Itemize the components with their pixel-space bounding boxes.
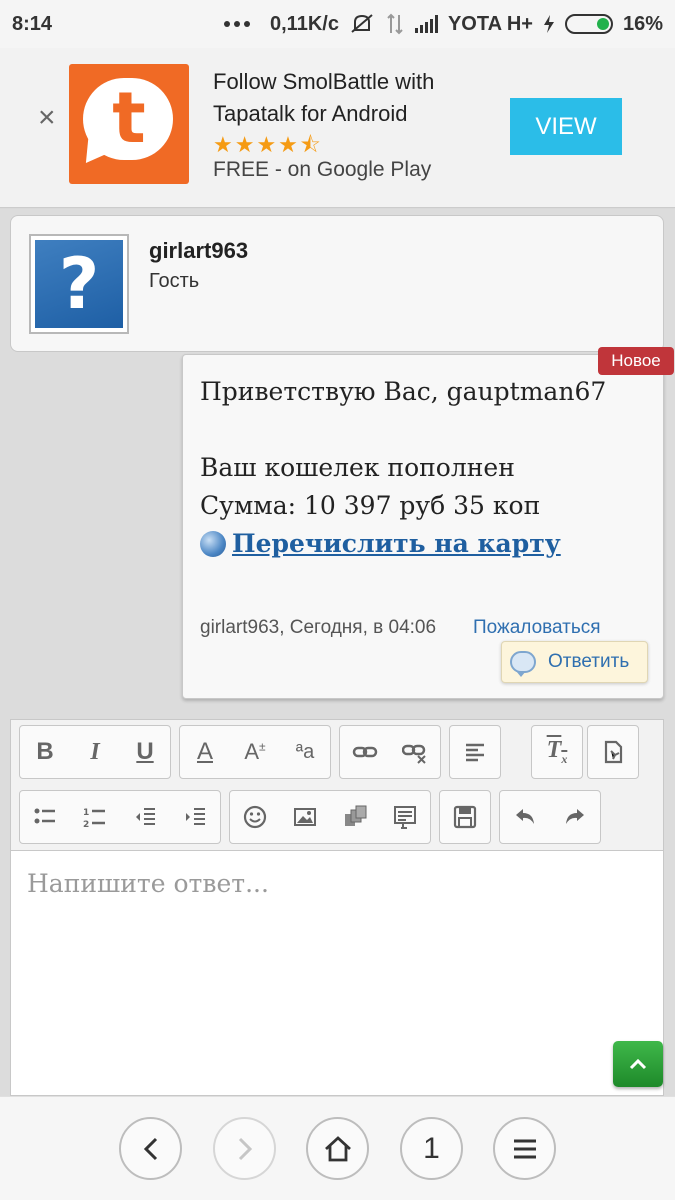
switch-mode-icon[interactable] [588,726,638,778]
user-card: ? girlart963 Гость [10,215,664,352]
underline-button[interactable]: U [120,726,170,778]
quote-block-icon[interactable] [380,791,430,843]
post-line: Ваш кошелек пополнен [200,453,515,482]
font-size-button[interactable]: A± [230,726,280,778]
clear-format-group: Tx [531,725,583,779]
save-draft-icon[interactable] [440,791,490,843]
svg-text:1: 1 [83,808,89,818]
data-transfer-icon [387,13,403,35]
media-icon[interactable] [330,791,380,843]
close-icon[interactable]: × [38,103,56,133]
unlink-icon[interactable] [390,726,440,778]
toolbar-row-1: B I U A A± ªa Tx [19,725,639,779]
font-group: A A± ªa [179,725,331,779]
mute-icon [351,14,373,33]
avatar[interactable]: ? [29,234,129,334]
post-body: Приветствую Вас, gauptman67 Ваш кошелек … [200,373,650,568]
bold-button[interactable]: B [20,726,70,778]
italic-button[interactable]: I [70,726,120,778]
font-color-button[interactable]: A [180,726,230,778]
align-left-icon[interactable] [450,726,500,778]
chevron-left-icon [143,1137,157,1160]
speech-bubble-icon [510,651,536,677]
home-icon [324,1135,351,1161]
link-icon[interactable] [340,726,390,778]
source-group [587,725,639,779]
insert-group [229,790,431,844]
post-line [200,411,650,449]
carrier-label: YOTA H+ [447,12,533,35]
svg-text:2: 2 [83,820,89,830]
remove-format-icon[interactable]: Tx [532,726,582,778]
reply-placeholder: Напишите ответ... [27,869,269,898]
username[interactable]: girlart963 [149,238,248,264]
battery-icon [564,14,613,34]
new-badge: Новое [598,347,674,375]
report-link[interactable]: Пожаловаться [473,617,601,639]
menu-button[interactable] [493,1117,556,1180]
post-message: Приветствую Вас, gauptman67 Ваш кошелек … [182,354,664,699]
thread-page: ? girlart963 Гость Приветствую Вас, gaup… [0,209,675,1096]
post-line: Приветствую Вас, gauptman67 [200,377,607,406]
undo-icon[interactable] [500,791,550,843]
smiley-icon[interactable] [230,791,280,843]
charging-icon [543,15,554,33]
post-meta: girlart963, Сегодня, в 04:06 [200,617,437,638]
post-line: Сумма: 10 397 руб 35 коп [200,491,541,520]
tapatalk-ad-banner: × t Follow SmolBattle with Tapatalk for … [0,48,675,208]
bottom-navigation: 1 [0,1096,675,1200]
toolbar-row-2: 12 [19,790,601,844]
user-group: Гость [149,270,200,292]
image-icon[interactable] [280,791,330,843]
globe-icon [200,531,226,557]
forward-button[interactable] [213,1117,276,1180]
history-group [499,790,601,844]
notification-dots-icon [224,21,250,27]
back-button[interactable] [119,1117,182,1180]
ad-subtitle: FREE - on Google Play [213,158,432,181]
link-group [339,725,441,779]
tapatalk-logo: t [69,64,189,184]
question-mark-icon: ? [58,243,100,325]
status-bar: 8:14 0,11K/c YOTA H+ 16% [0,0,675,48]
page-number: 1 [423,1131,440,1165]
network-speed: 0,11K/c [270,12,339,35]
battery-percent: 16% [622,12,663,35]
align-group [449,725,501,779]
home-button[interactable] [306,1117,369,1180]
reply-label: Ответить [548,651,630,672]
chevron-up-icon [629,1058,647,1070]
numbered-list-icon[interactable]: 12 [70,791,120,843]
font-face-button[interactable]: ªa [280,726,330,778]
signal-icon [414,15,438,33]
status-time: 8:14 [12,12,53,35]
bullet-list-icon[interactable] [20,791,70,843]
hamburger-icon [513,1139,536,1158]
redo-icon[interactable] [550,791,600,843]
reply-textarea[interactable]: Напишите ответ... [11,850,663,1095]
reply-button[interactable]: Ответить [501,641,648,683]
indent-icon[interactable] [170,791,220,843]
status-indicators: 0,11K/c YOTA H+ 16% [224,12,663,36]
outdent-icon[interactable] [120,791,170,843]
save-group [439,790,491,844]
ad-title: Follow SmolBattle with Tapatalk for Andr… [213,69,435,126]
scroll-to-top-button[interactable] [613,1041,663,1087]
list-group: 12 [19,790,221,844]
text-style-group: B I U [19,725,171,779]
reply-editor: B I U A A± ªa Tx 1 2 Напишите ответ... [10,719,664,1096]
transfer-to-card-link[interactable]: Перечислить на карту [200,525,561,563]
chevron-right-icon [238,1137,252,1160]
view-button[interactable]: VIEW [510,98,622,155]
page-number-button[interactable]: 1 [400,1117,463,1180]
link-text[interactable]: Перечислить на карту [232,525,561,563]
